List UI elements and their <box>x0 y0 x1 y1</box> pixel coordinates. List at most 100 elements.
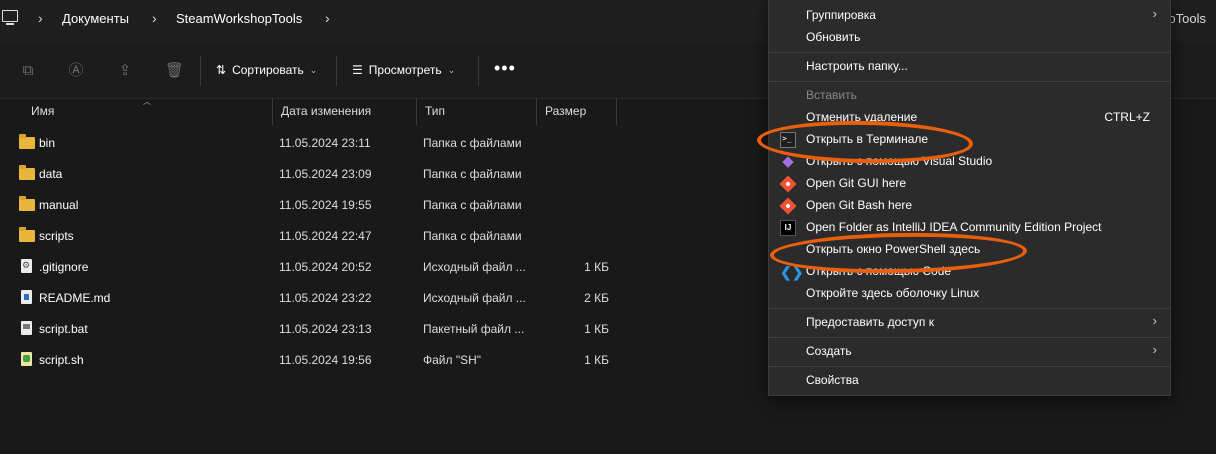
menu-item-visual-studio[interactable]: ◆ Открыть с помощью Visual Studio <box>769 151 1170 173</box>
menu-item-git-bash[interactable]: Open Git Bash here <box>769 195 1170 217</box>
menu-label: Группировка <box>806 8 876 22</box>
menu-separator <box>769 52 1170 53</box>
view-label: Просмотреть <box>368 63 442 77</box>
breadcrumb-steamworkshoptools[interactable]: SteamWorkshopTools <box>176 11 302 26</box>
column-size[interactable]: Размер <box>537 98 617 125</box>
menu-item-open-terminal[interactable]: Открыть в Терминале <box>769 129 1170 151</box>
menu-label: Предоставить доступ к <box>806 315 934 329</box>
batch-file-icon <box>21 321 32 335</box>
file-row[interactable]: script.sh 11.05.2024 19:56 Файл "SH" 1 КБ <box>0 345 618 376</box>
chevron-right-icon[interactable]: › <box>152 10 157 26</box>
toolbar-divider <box>478 56 479 86</box>
view-button[interactable]: ☰ Просмотреть ⌄ <box>352 63 455 77</box>
delete-icon[interactable]: 🗑 <box>165 62 184 80</box>
file-name: manual <box>39 198 79 212</box>
file-size <box>537 128 609 159</box>
file-date: 11.05.2024 23:09 <box>279 167 372 181</box>
chevron-down-icon: ⌄ <box>447 64 456 75</box>
menu-label: Открыть в Терминале <box>806 132 929 146</box>
search-box-text[interactable]: oTools <box>1168 11 1206 26</box>
menu-item-vscode[interactable]: ❮❯ Открыть с помощью Code <box>769 261 1170 283</box>
chevron-right-icon[interactable]: › <box>38 10 43 26</box>
file-row[interactable]: bin 11.05.2024 23:11 Папка с файлами <box>0 128 618 159</box>
folder-icon <box>19 134 35 149</box>
menu-separator <box>769 81 1170 82</box>
terminal-icon <box>780 132 796 148</box>
column-date[interactable]: Дата изменения <box>273 98 417 125</box>
toolbar-divider <box>200 56 201 86</box>
file-date: 11.05.2024 19:56 <box>279 353 372 367</box>
file-date: 11.05.2024 20:52 <box>279 260 372 274</box>
menu-item-intellij[interactable]: IJ Open Folder as IntelliJ IDEA Communit… <box>769 217 1170 239</box>
more-options-button[interactable]: ••• <box>494 58 516 79</box>
file-row[interactable]: README.md 11.05.2024 23:22 Исходный файл .… <box>0 283 618 314</box>
menu-label: Открыть с помощью Visual Studio <box>806 154 993 168</box>
menu-separator <box>769 337 1170 338</box>
file-type: Папка с файлами <box>423 198 522 212</box>
visual-studio-icon: ◆ <box>782 153 794 170</box>
sort-button[interactable]: ⇅ Сортировать ⌄ <box>216 63 317 77</box>
file-type: Файл "SH" <box>423 353 482 367</box>
column-type[interactable]: Тип <box>417 98 537 125</box>
file-type: Исходный файл ... <box>423 291 525 305</box>
file-size <box>537 190 609 221</box>
this-pc-icon[interactable] <box>2 10 18 25</box>
view-list-icon: ☰ <box>352 63 363 77</box>
file-row[interactable]: .gitignore 11.05.2024 20:52 Исходный файл … <box>0 252 618 283</box>
file-type: Папка с файлами <box>423 136 522 150</box>
file-size: 1 КБ <box>584 260 609 274</box>
chevron-right-icon[interactable]: › <box>325 10 330 26</box>
menu-item-refresh[interactable]: Обновить <box>769 27 1170 49</box>
file-type: Папка с файлами <box>423 229 522 243</box>
menu-item-linux-shell[interactable]: Откройте здесь оболочку Linux <box>769 283 1170 305</box>
menu-item-customize-folder[interactable]: Настроить папку... <box>769 56 1170 78</box>
column-name[interactable]: Имя <box>0 98 273 125</box>
file-type: Исходный файл ... <box>423 260 525 274</box>
file-name: scripts <box>39 229 74 243</box>
file-size: 1 КБ <box>584 353 609 367</box>
menu-label: Открыть с помощью Code <box>806 264 952 278</box>
file-type: Папка с файлами <box>423 167 522 181</box>
menu-separator <box>769 308 1170 309</box>
menu-label: Open Git GUI here <box>806 176 907 190</box>
file-date: 11.05.2024 23:11 <box>279 136 371 150</box>
menu-label: Свойства <box>806 373 859 387</box>
menu-item-paste: Вставить <box>769 85 1170 107</box>
menu-item-git-gui[interactable]: Open Git GUI here <box>769 173 1170 195</box>
menu-item-powershell[interactable]: Открыть окно PowerShell здесь <box>769 239 1170 261</box>
git-icon <box>779 197 797 215</box>
rename-icon[interactable]: Ⓐ <box>68 62 84 80</box>
chevron-right-icon: › <box>1152 6 1157 21</box>
menu-item-share[interactable]: Предоставить доступ к › <box>769 312 1170 334</box>
chevron-right-icon: › <box>1152 342 1157 357</box>
file-size: 2 КБ <box>584 291 609 305</box>
copy-icon[interactable]: ⧉ <box>20 62 36 80</box>
file-row[interactable]: script.bat 11.05.2024 23:13 Пакетный файл … <box>0 314 618 345</box>
breadcrumb-documents[interactable]: Документы <box>62 11 129 26</box>
markdown-file-icon <box>21 290 32 304</box>
menu-item-new[interactable]: Создать › <box>769 341 1170 363</box>
menu-item-properties[interactable]: Свойства <box>769 370 1170 392</box>
file-row[interactable]: data 11.05.2024 23:09 Папка с файлами <box>0 159 618 190</box>
menu-item-grouping[interactable]: Группировка › <box>769 5 1170 27</box>
menu-label: Обновить <box>806 30 861 44</box>
file-row[interactable]: scripts 11.05.2024 22:47 Папка с файлами <box>0 221 618 252</box>
file-date: 11.05.2024 23:22 <box>279 291 372 305</box>
file-size: 1 КБ <box>584 322 609 336</box>
file-row[interactable]: manual 11.05.2024 19:55 Папка с файлами <box>0 190 618 221</box>
file-name: bin <box>39 136 56 150</box>
file-date: 11.05.2024 23:13 <box>279 322 372 336</box>
sort-icon: ⇅ <box>216 63 227 77</box>
menu-item-undo-delete[interactable]: Отменить удаление CTRL+Z <box>769 107 1170 129</box>
file-size <box>537 159 609 190</box>
file-name: data <box>39 167 63 181</box>
folder-icon <box>19 165 35 180</box>
file-date: 11.05.2024 22:47 <box>279 229 372 243</box>
file-name: README.md <box>39 291 111 305</box>
column-header: Имя Дата изменения Тип Размер <box>0 98 618 125</box>
file-name: .gitignore <box>39 260 89 274</box>
share-icon[interactable]: ⇪ <box>117 62 133 80</box>
menu-shortcut: CTRL+Z <box>1104 110 1150 124</box>
shell-file-icon <box>21 352 32 366</box>
folder-icon <box>19 196 35 211</box>
